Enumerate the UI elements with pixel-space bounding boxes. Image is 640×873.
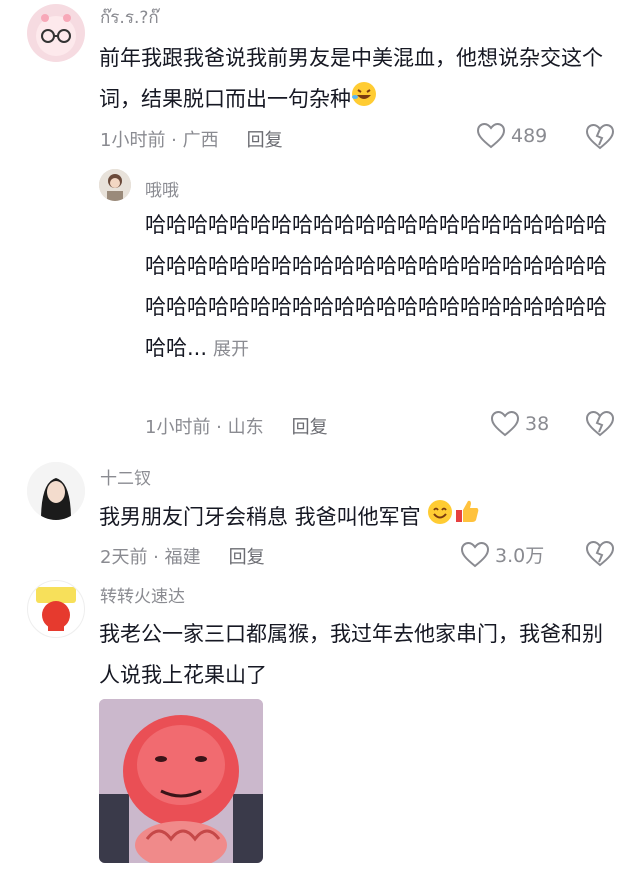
- username[interactable]: 转转火速达: [100, 582, 185, 607]
- avatar[interactable]: [27, 4, 85, 62]
- comment-text: 哈哈哈哈哈哈哈哈哈哈哈哈哈哈哈哈哈哈哈哈哈哈哈哈哈哈哈哈哈哈哈哈哈哈哈哈哈哈哈哈…: [145, 205, 607, 370]
- username[interactable]: ก๊ร.ร.?ก๊: [100, 4, 159, 31]
- dislike-button[interactable]: [585, 540, 615, 571]
- thumbs-up-icon: [453, 497, 481, 539]
- expand-link[interactable]: 展开: [213, 339, 249, 360]
- reply-button[interactable]: 回复: [247, 126, 283, 152]
- rolling-laughing-emoji-icon: [351, 80, 377, 121]
- username[interactable]: 十二钗: [100, 464, 151, 489]
- reply-button[interactable]: 回复: [229, 543, 265, 569]
- dislike-button[interactable]: [585, 410, 615, 441]
- comment-text: 前年我跟我爸说我前男友是中美混血，他想说杂交这个词，结果脱口而出一句杂种: [99, 38, 614, 121]
- comment-text: 我老公一家三口都属猴，我过年去他家串门，我爸和别人说我上花果山了: [99, 614, 614, 696]
- dislike-button[interactable]: [585, 123, 615, 154]
- avatar[interactable]: [27, 462, 85, 520]
- comment-meta: 1小时前 · 山东 回复: [145, 413, 328, 439]
- broken-heart-icon: [585, 540, 615, 567]
- like-count: 38: [525, 413, 550, 435]
- like-count: 3.0万: [495, 545, 545, 567]
- comment-text-body: 我男朋友门牙会稍息 我爸叫他军官: [99, 505, 421, 529]
- like-button[interactable]: 38: [491, 411, 549, 437]
- time-location: 1小时前 · 广西: [100, 130, 219, 151]
- time-location: 1小时前 · 山东: [145, 417, 264, 438]
- like-count: 489: [511, 125, 548, 147]
- comment-text-body: 我老公一家三口都属猴，我过年去他家串门，我爸和别人说我上花果山了: [99, 622, 603, 687]
- heart-icon: [477, 123, 505, 149]
- avatar[interactable]: [99, 169, 131, 201]
- avatar[interactable]: [27, 580, 85, 638]
- like-button[interactable]: 489: [477, 123, 547, 149]
- comment-text: 我男朋友门牙会稍息 我爸叫他军官: [99, 497, 614, 539]
- username[interactable]: 哦哦: [145, 176, 179, 201]
- broken-heart-icon: [585, 410, 615, 437]
- heart-icon: [461, 541, 489, 567]
- reply-button[interactable]: 回复: [292, 413, 328, 439]
- broken-heart-icon: [585, 123, 615, 150]
- comment-text-body: 哈哈哈哈哈哈哈哈哈哈哈哈哈哈哈哈哈哈哈哈哈哈哈哈哈哈哈哈哈哈哈哈哈哈哈哈哈哈哈哈…: [145, 213, 607, 360]
- heart-icon: [491, 411, 519, 437]
- comment-meta: 1小时前 · 广西 回复: [100, 126, 283, 152]
- comment-meta: 2天前 · 福建 回复: [100, 543, 265, 569]
- time-location: 2天前 · 福建: [100, 547, 201, 568]
- attached-sticker-image[interactable]: [99, 699, 263, 863]
- smile-emoji-icon: [427, 498, 453, 539]
- like-button[interactable]: 3.0万: [461, 541, 544, 568]
- red-face-sticker-icon: [99, 699, 263, 863]
